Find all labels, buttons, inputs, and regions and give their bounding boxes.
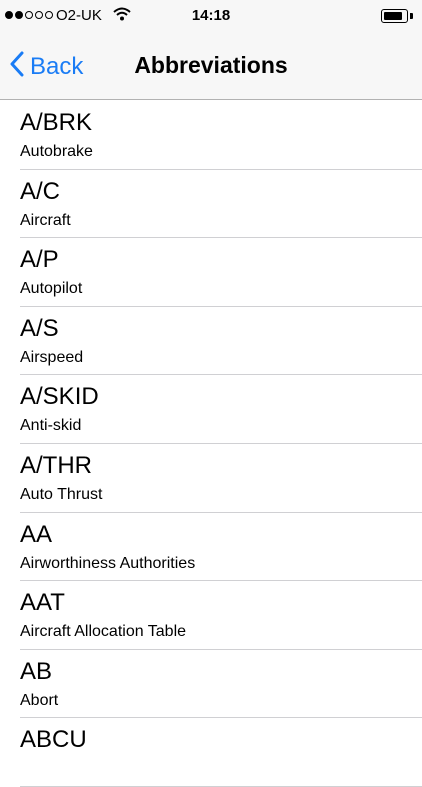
list-item[interactable]: A/THR Auto Thrust [0,444,422,513]
status-bar: O2-UK 14:18 [0,0,422,32]
abbreviation: A/BRK [20,109,93,136]
list-item[interactable]: AAT Aircraft Allocation Table [0,581,422,650]
list-item[interactable]: AB Abort [0,650,422,719]
list-item[interactable]: ABCU [0,718,422,787]
battery-icon [381,9,408,23]
abbreviation: AB [20,657,53,685]
battery-cap [410,13,413,19]
list-item[interactable]: A/S Airspeed [0,307,422,376]
list-item[interactable]: A/SKID Anti-skid [0,375,422,444]
page-title: Abbreviations [134,52,288,78]
definition: Airspeed [20,348,84,366]
definition: Aircraft [20,211,71,229]
list-item[interactable]: AA Airworthiness Authorities [0,513,422,582]
list-item[interactable]: A/BRK Autobrake [0,101,422,170]
definition: Anti-skid [20,417,82,435]
definition: Abort [20,691,59,709]
abbreviation: A/S [20,314,59,342]
abbreviation: AAT [20,589,65,617]
definition: Airworthiness Authorities [20,554,196,572]
abbreviation: A/C [20,177,61,205]
definition: Auto Thrust [20,485,103,503]
list-item[interactable]: A/C Aircraft [0,170,422,239]
abbreviation: A/SKID [20,383,99,411]
definition: Aircraft Allocation Table [20,623,187,641]
navigation-bar: Back Abbreviations [0,32,422,100]
definition: Autopilot [20,280,83,298]
abbreviation: AA [20,520,53,548]
definition: Autobrake [20,143,93,160]
abbreviation: A/P [20,246,59,274]
list-item[interactable]: A/P Autopilot [0,238,422,307]
status-time: 14:18 [191,7,231,24]
abbreviation: A/THR [20,451,92,479]
abbreviation-list: A/BRK Autobrake A/C Aircraft A/P Autopil… [0,101,422,787]
battery-level [384,12,402,20]
abbreviation: ABCU [20,726,87,754]
